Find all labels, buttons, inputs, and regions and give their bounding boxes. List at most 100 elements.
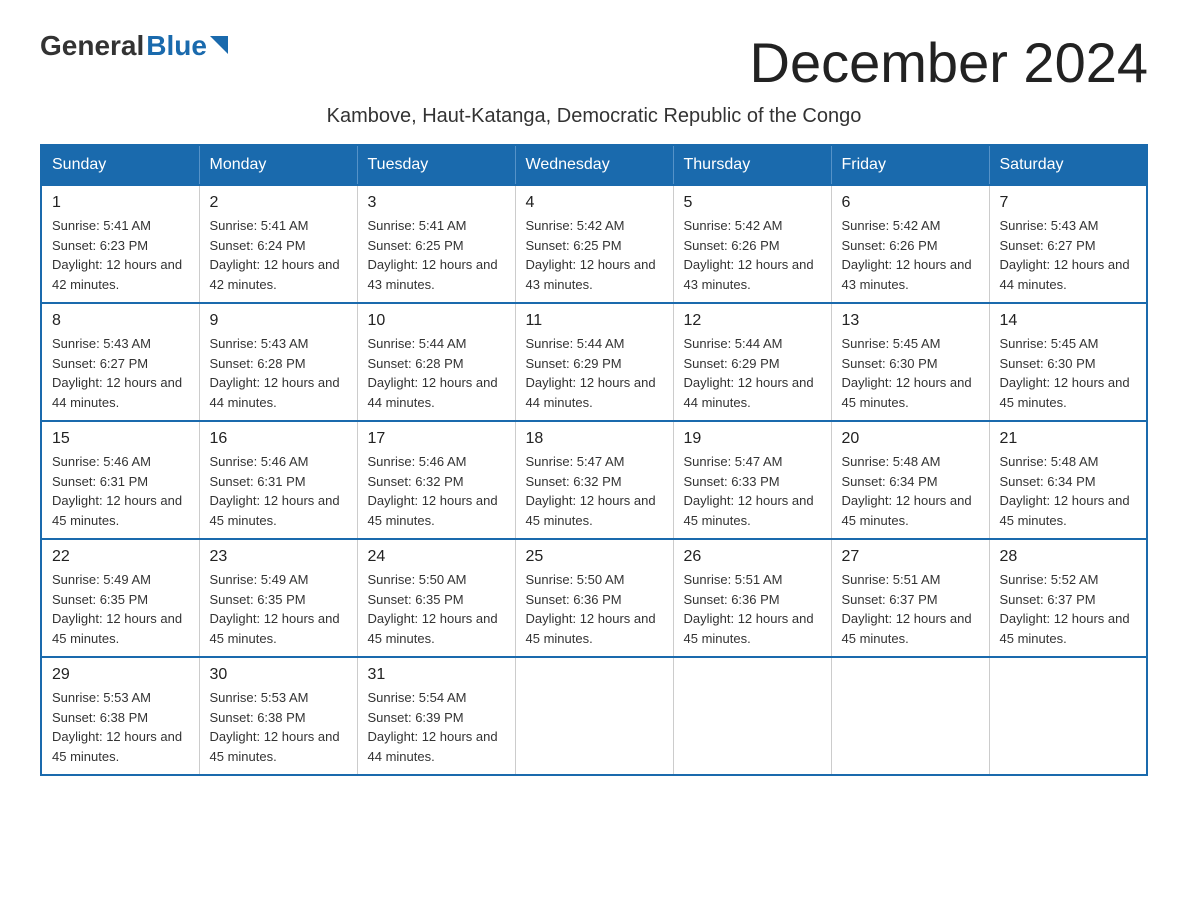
day-number: 14 <box>1000 312 1137 330</box>
day-info: Sunrise: 5:41 AMSunset: 6:24 PMDaylight:… <box>210 216 347 294</box>
calendar-cell: 21 Sunrise: 5:48 AMSunset: 6:34 PMDayligh… <box>989 421 1147 539</box>
day-info: Sunrise: 5:42 AMSunset: 6:25 PMDaylight:… <box>526 216 663 294</box>
day-info: Sunrise: 5:49 AMSunset: 6:35 PMDaylight:… <box>52 570 189 648</box>
calendar-cell: 1Sunrise: 5:41 AMSunset: 6:23 PMDaylight… <box>41 185 199 303</box>
page-header: General Blue December 2024 <box>40 30 1148 95</box>
day-info: Sunrise: 5:44 AMSunset: 6:29 PMDaylight:… <box>526 334 663 412</box>
calendar-cell <box>673 657 831 775</box>
calendar-cell: 4 Sunrise: 5:42 AMSunset: 6:25 PMDaylight… <box>515 185 673 303</box>
day-number: 20 <box>842 430 979 448</box>
day-number: 9 <box>210 312 347 330</box>
month-title: December 2024 <box>750 30 1148 95</box>
day-number: 23 <box>210 548 347 566</box>
day-number: 7 <box>1000 194 1137 212</box>
day-number: 26 <box>684 548 821 566</box>
calendar-cell: 30 Sunrise: 5:53 AMSunset: 6:38 PMDayligh… <box>199 657 357 775</box>
calendar-cell: 27 Sunrise: 5:51 AMSunset: 6:37 PMDayligh… <box>831 539 989 657</box>
day-info: Sunrise: 5:44 AMSunset: 6:29 PMDaylight:… <box>684 334 821 412</box>
logo-triangle-icon <box>210 36 228 54</box>
calendar-cell: 24 Sunrise: 5:50 AMSunset: 6:35 PMDayligh… <box>357 539 515 657</box>
day-number: 29 <box>52 666 189 684</box>
day-info: Sunrise: 5:45 AMSunset: 6:30 PMDaylight:… <box>1000 334 1137 412</box>
day-number: 10 <box>368 312 505 330</box>
day-number: 24 <box>368 548 505 566</box>
day-number: 13 <box>842 312 979 330</box>
day-number: 3 <box>368 194 505 212</box>
day-info: Sunrise: 5:41 AMSunset: 6:23 PMDaylight:… <box>52 216 189 294</box>
day-number: 4 <box>526 194 663 212</box>
calendar-header-monday: Monday <box>199 145 357 185</box>
day-info: Sunrise: 5:50 AMSunset: 6:35 PMDaylight:… <box>368 570 505 648</box>
calendar-cell: 17 Sunrise: 5:46 AMSunset: 6:32 PMDayligh… <box>357 421 515 539</box>
day-number: 25 <box>526 548 663 566</box>
calendar-cell <box>515 657 673 775</box>
day-number: 15 <box>52 430 189 448</box>
calendar-week-row: 29 Sunrise: 5:53 AMSunset: 6:38 PMDayligh… <box>41 657 1147 775</box>
day-info: Sunrise: 5:51 AMSunset: 6:37 PMDaylight:… <box>842 570 979 648</box>
calendar-header-wednesday: Wednesday <box>515 145 673 185</box>
day-info: Sunrise: 5:49 AMSunset: 6:35 PMDaylight:… <box>210 570 347 648</box>
calendar-week-row: 8 Sunrise: 5:43 AMSunset: 6:27 PMDaylight… <box>41 303 1147 421</box>
calendar-cell: 22 Sunrise: 5:49 AMSunset: 6:35 PMDayligh… <box>41 539 199 657</box>
day-info: Sunrise: 5:47 AMSunset: 6:33 PMDaylight:… <box>684 452 821 530</box>
logo-general-text: General <box>40 30 144 62</box>
logo-blue-text: Blue <box>146 30 207 62</box>
day-number: 11 <box>526 312 663 330</box>
calendar-cell: 18 Sunrise: 5:47 AMSunset: 6:32 PMDayligh… <box>515 421 673 539</box>
calendar-header-row: SundayMondayTuesdayWednesdayThursdayFrid… <box>41 145 1147 185</box>
calendar-header-thursday: Thursday <box>673 145 831 185</box>
calendar-cell: 7 Sunrise: 5:43 AMSunset: 6:27 PMDaylight… <box>989 185 1147 303</box>
calendar-header-sunday: Sunday <box>41 145 199 185</box>
day-info: Sunrise: 5:41 AMSunset: 6:25 PMDaylight:… <box>368 216 505 294</box>
calendar-week-row: 15Sunrise: 5:46 AMSunset: 6:31 PMDayligh… <box>41 421 1147 539</box>
calendar-cell: 16Sunrise: 5:46 AMSunset: 6:31 PMDayligh… <box>199 421 357 539</box>
day-number: 30 <box>210 666 347 684</box>
day-number: 27 <box>842 548 979 566</box>
day-info: Sunrise: 5:42 AMSunset: 6:26 PMDaylight:… <box>842 216 979 294</box>
day-info: Sunrise: 5:48 AMSunset: 6:34 PMDaylight:… <box>842 452 979 530</box>
day-info: Sunrise: 5:53 AMSunset: 6:38 PMDaylight:… <box>52 688 189 766</box>
day-info: Sunrise: 5:53 AMSunset: 6:38 PMDaylight:… <box>210 688 347 766</box>
day-info: Sunrise: 5:50 AMSunset: 6:36 PMDaylight:… <box>526 570 663 648</box>
day-info: Sunrise: 5:47 AMSunset: 6:32 PMDaylight:… <box>526 452 663 530</box>
logo: General Blue <box>40 30 228 62</box>
calendar-cell: 26 Sunrise: 5:51 AMSunset: 6:36 PMDayligh… <box>673 539 831 657</box>
subtitle: Kambove, Haut-Katanga, Democratic Republ… <box>40 105 1148 128</box>
day-number: 21 <box>1000 430 1137 448</box>
day-number: 22 <box>52 548 189 566</box>
day-info: Sunrise: 5:43 AMSunset: 6:27 PMDaylight:… <box>52 334 189 412</box>
day-number: 31 <box>368 666 505 684</box>
day-number: 28 <box>1000 548 1137 566</box>
calendar-cell: 23 Sunrise: 5:49 AMSunset: 6:35 PMDayligh… <box>199 539 357 657</box>
calendar-week-row: 22 Sunrise: 5:49 AMSunset: 6:35 PMDayligh… <box>41 539 1147 657</box>
day-number: 16 <box>210 430 347 448</box>
day-number: 12 <box>684 312 821 330</box>
calendar-cell: 9Sunrise: 5:43 AMSunset: 6:28 PMDaylight… <box>199 303 357 421</box>
calendar-cell: 14 Sunrise: 5:45 AMSunset: 6:30 PMDayligh… <box>989 303 1147 421</box>
calendar-cell: 6Sunrise: 5:42 AMSunset: 6:26 PMDaylight… <box>831 185 989 303</box>
calendar-cell: 11 Sunrise: 5:44 AMSunset: 6:29 PMDayligh… <box>515 303 673 421</box>
day-info: Sunrise: 5:54 AMSunset: 6:39 PMDaylight:… <box>368 688 505 766</box>
calendar-header-friday: Friday <box>831 145 989 185</box>
calendar-cell: 5 Sunrise: 5:42 AMSunset: 6:26 PMDaylight… <box>673 185 831 303</box>
calendar-table: SundayMondayTuesdayWednesdayThursdayFrid… <box>40 144 1148 776</box>
day-number: 18 <box>526 430 663 448</box>
calendar-cell: 3 Sunrise: 5:41 AMSunset: 6:25 PMDaylight… <box>357 185 515 303</box>
calendar-cell: 8 Sunrise: 5:43 AMSunset: 6:27 PMDaylight… <box>41 303 199 421</box>
day-number: 17 <box>368 430 505 448</box>
calendar-cell: 15Sunrise: 5:46 AMSunset: 6:31 PMDayligh… <box>41 421 199 539</box>
calendar-cell: 10 Sunrise: 5:44 AMSunset: 6:28 PMDayligh… <box>357 303 515 421</box>
day-info: Sunrise: 5:46 AMSunset: 6:32 PMDaylight:… <box>368 452 505 530</box>
day-info: Sunrise: 5:42 AMSunset: 6:26 PMDaylight:… <box>684 216 821 294</box>
day-number: 5 <box>684 194 821 212</box>
calendar-cell: 2Sunrise: 5:41 AMSunset: 6:24 PMDaylight… <box>199 185 357 303</box>
calendar-cell: 25 Sunrise: 5:50 AMSunset: 6:36 PMDayligh… <box>515 539 673 657</box>
day-number: 8 <box>52 312 189 330</box>
day-info: Sunrise: 5:51 AMSunset: 6:36 PMDaylight:… <box>684 570 821 648</box>
day-info: Sunrise: 5:43 AMSunset: 6:27 PMDaylight:… <box>1000 216 1137 294</box>
day-info: Sunrise: 5:44 AMSunset: 6:28 PMDaylight:… <box>368 334 505 412</box>
calendar-cell: 12 Sunrise: 5:44 AMSunset: 6:29 PMDayligh… <box>673 303 831 421</box>
day-info: Sunrise: 5:48 AMSunset: 6:34 PMDaylight:… <box>1000 452 1137 530</box>
day-info: Sunrise: 5:52 AMSunset: 6:37 PMDaylight:… <box>1000 570 1137 648</box>
day-info: Sunrise: 5:45 AMSunset: 6:30 PMDaylight:… <box>842 334 979 412</box>
